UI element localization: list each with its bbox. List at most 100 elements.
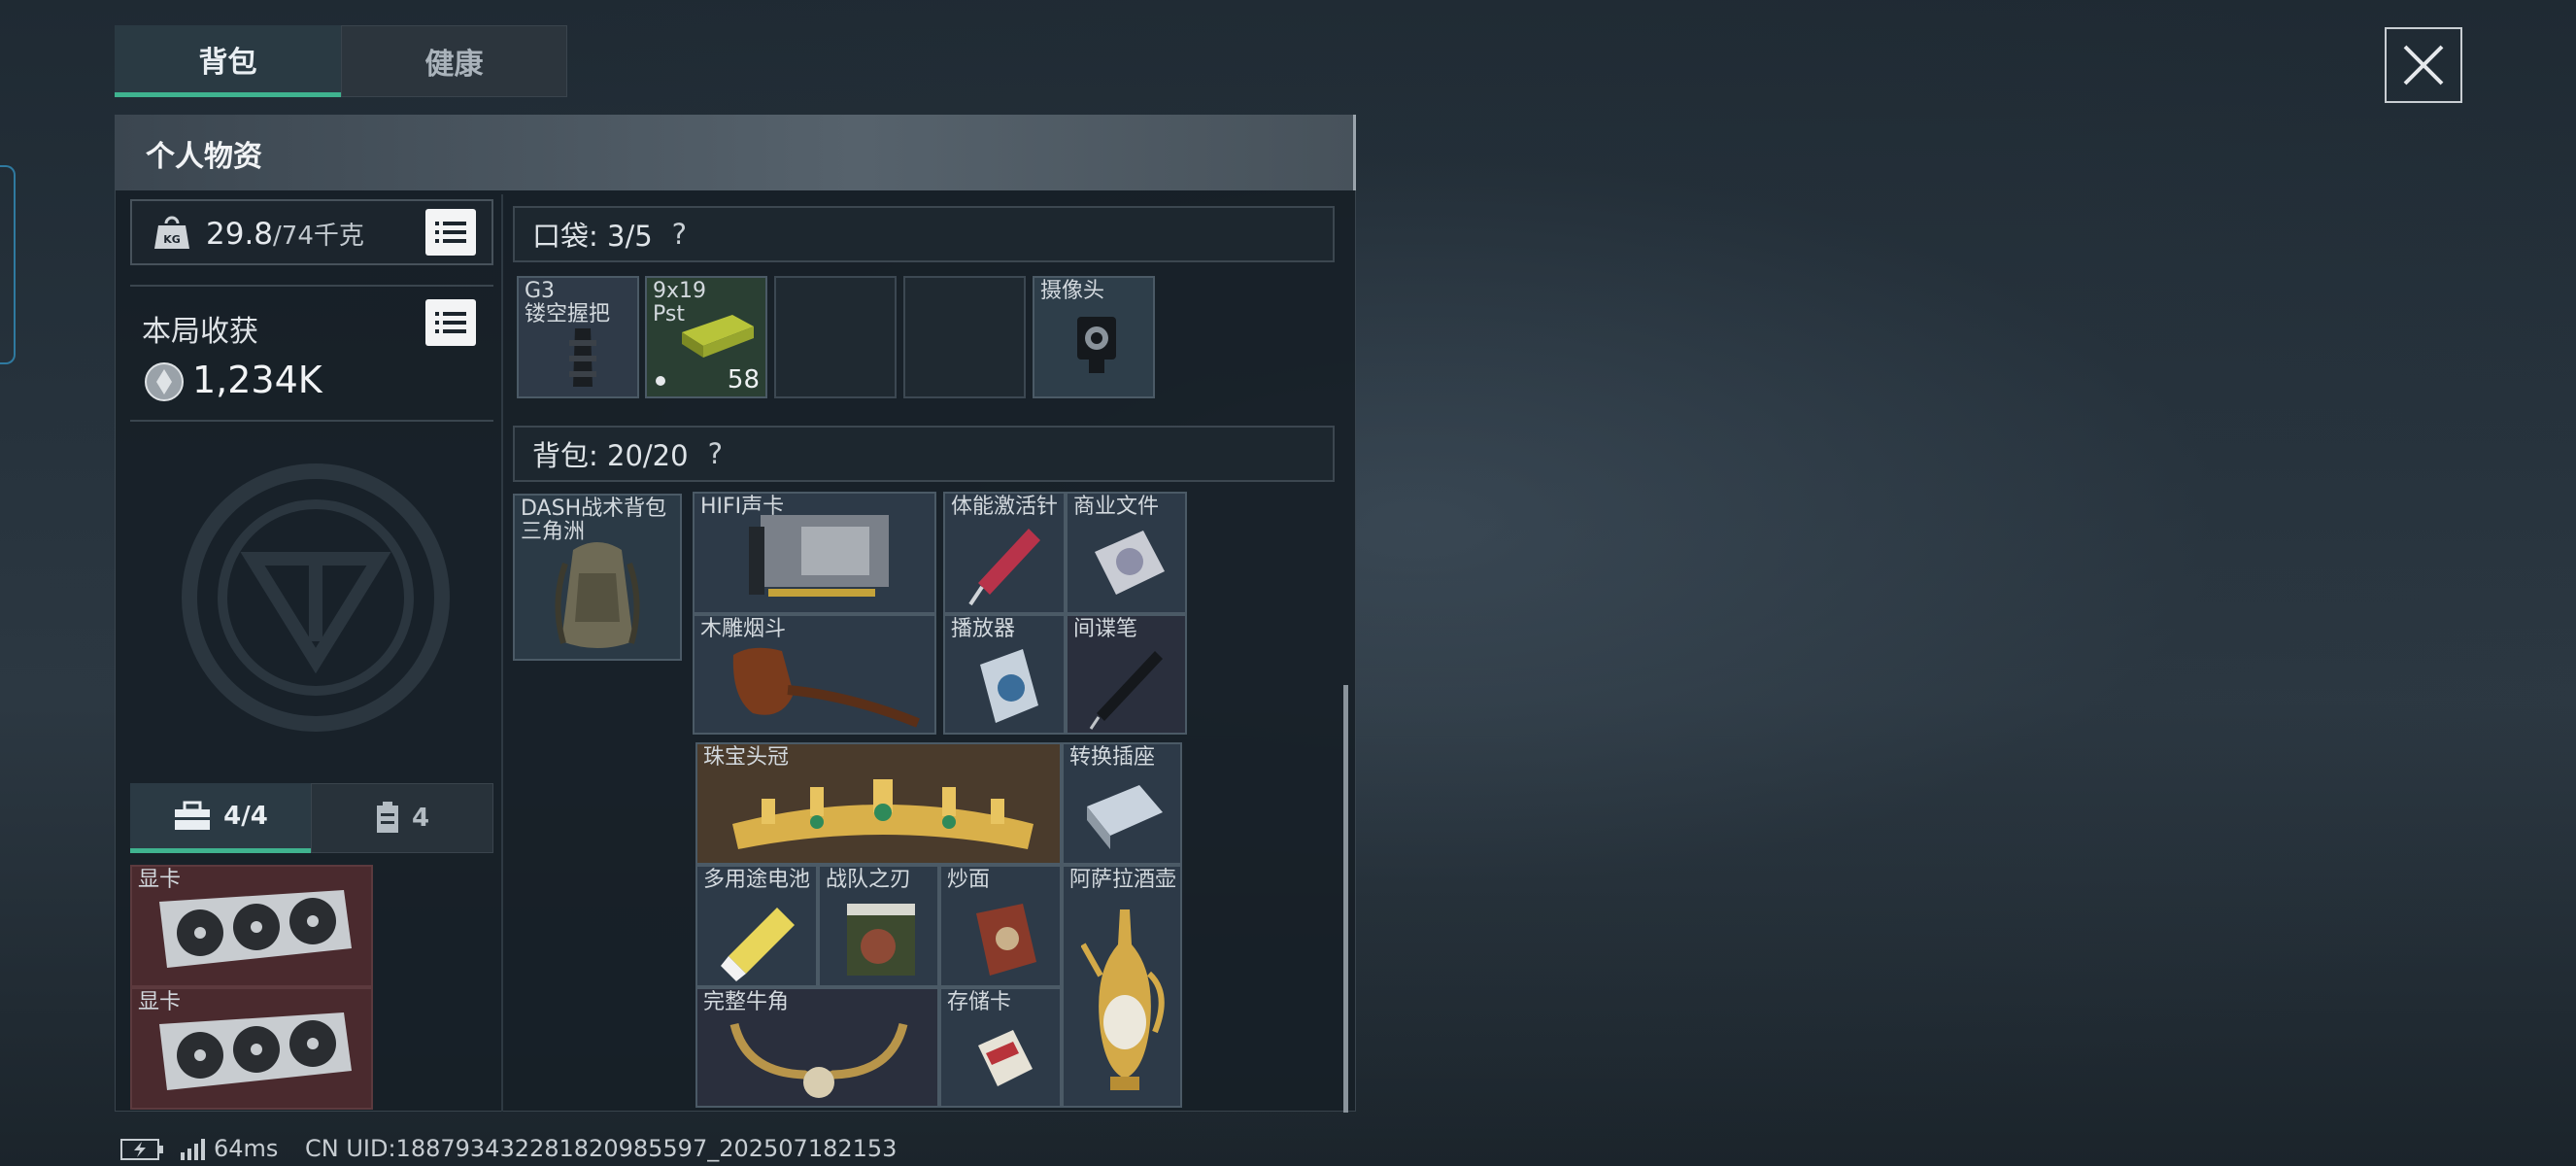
pen-icon: [1089, 651, 1163, 730]
item-horn[interactable]: 完整牛角: [695, 987, 939, 1108]
pocket-slot-grip[interactable]: G3 镂空握把: [517, 276, 639, 398]
item-player[interactable]: 播放器: [943, 614, 1066, 735]
panel-title: 个人物资: [146, 140, 262, 174]
noodle-pack-icon: [976, 904, 1036, 976]
tab-backpack[interactable]: 背包: [115, 25, 341, 97]
case-item-gpu[interactable]: 显卡: [130, 865, 373, 987]
box-icon: [376, 802, 398, 833]
list-icon: [435, 222, 466, 243]
item-label: DASH战术背包: [521, 497, 667, 521]
uid-text: CN UID:1887934322818209855​97_2025071821…: [305, 1135, 898, 1162]
weight-list-button[interactable]: [425, 209, 476, 256]
ticket-box-count: 4: [411, 804, 430, 833]
earnings-list-button[interactable]: [425, 299, 476, 346]
item-label: G3: [525, 279, 556, 303]
emblem-watermark: [182, 463, 450, 732]
weight-icon: KG: [154, 216, 189, 249]
divider: [130, 420, 493, 422]
pocket-bar: 口袋: 3/5 ?: [513, 206, 1335, 262]
tab-ticket-box[interactable]: 4: [311, 783, 493, 853]
pocket-slot-ammo[interactable]: 9x19 Pst 58: [645, 276, 767, 398]
briefcase-icon: [175, 801, 211, 830]
item-label: 9x19: [653, 279, 707, 303]
pipe-icon: [732, 647, 920, 728]
ammo-box-icon: [682, 315, 754, 358]
pocket-slot-camera[interactable]: 摄像头: [1033, 276, 1155, 398]
item-pipe[interactable]: 木雕烟斗: [693, 614, 936, 735]
weight-readout: 29.8/74千克: [206, 216, 364, 252]
item-label: 战队之刃: [826, 868, 912, 892]
item-label: 摄像头: [1040, 279, 1105, 303]
item-label: 多用途电池: [703, 868, 811, 892]
item-label: 商业文件: [1073, 495, 1160, 519]
item-stim[interactable]: 体能激活针: [943, 492, 1066, 614]
hard-drive-icon: [1095, 531, 1165, 595]
backpack-equipped-slot[interactable]: DASH战术背包 三角洲: [513, 494, 682, 661]
earnings-label: 本局收获: [142, 315, 258, 349]
pocket-slot-empty[interactable]: [774, 276, 897, 398]
signal-icon: [181, 1139, 205, 1160]
item-hifi-card[interactable]: HIFI声卡: [693, 492, 936, 614]
magazine-icon: [847, 904, 915, 976]
pocket-slot-empty[interactable]: [903, 276, 1026, 398]
backpack-icon: [555, 542, 640, 648]
weight-max: /74千克: [273, 222, 364, 251]
tab-safe-case[interactable]: 4/4: [130, 783, 311, 853]
scrollbar[interactable]: [1343, 685, 1348, 1113]
item-label: 播放器: [951, 617, 1016, 641]
item-label: 炒面: [947, 868, 991, 892]
horn-icon: [729, 1022, 908, 1098]
item-sublabel: 镂空握把: [525, 302, 611, 326]
item-adapter[interactable]: 转换插座: [1062, 742, 1182, 865]
item-spy-pen[interactable]: 间谍笔: [1066, 614, 1187, 735]
ewer-icon: [1081, 909, 1165, 1090]
item-label: 阿萨拉酒壶: [1069, 868, 1177, 892]
player-icon: [980, 649, 1038, 723]
column-divider: [501, 194, 503, 1112]
backpack-title: 背包: 20/20: [532, 439, 689, 472]
ammo-count: 58: [727, 365, 760, 394]
item-label: 完整牛角: [703, 990, 790, 1014]
sd-card-icon: [978, 1030, 1033, 1086]
list-icon: [435, 312, 466, 333]
item-memory-card[interactable]: 存储卡: [939, 987, 1062, 1108]
safe-case-count: 4/4: [223, 801, 268, 831]
gpu-icon: [159, 890, 352, 968]
case-item-gpu[interactable]: 显卡: [130, 987, 373, 1110]
crown-icon: [732, 779, 1034, 849]
tab-health[interactable]: 健康: [341, 25, 567, 97]
item-label: 体能激活针: [951, 495, 1059, 519]
weight-current: 29.8: [206, 217, 274, 252]
syringe-icon: [968, 529, 1040, 606]
svg-text:KG: KG: [163, 233, 181, 246]
battery-icon: [721, 908, 795, 981]
bullet-icon: [656, 376, 665, 386]
divider: [130, 285, 493, 287]
close-button[interactable]: [2385, 27, 2462, 103]
pocket-title: 口袋: 3/5: [532, 220, 653, 253]
item-team-blade[interactable]: 战队之刃: [818, 865, 939, 987]
pocket-help-button[interactable]: ?: [672, 218, 687, 251]
item-jewel-crown[interactable]: 珠宝头冠: [695, 742, 1062, 865]
backpack-bar: 背包: 20/20 ?: [513, 426, 1335, 482]
ping-text: 64ms: [214, 1135, 279, 1162]
panel-header: [115, 115, 1356, 190]
close-icon: [2403, 45, 2444, 86]
coin-icon: [145, 362, 184, 401]
adapter-icon: [1087, 785, 1163, 849]
battery-status-icon: [120, 1139, 163, 1160]
item-asala-ewer[interactable]: 阿萨拉酒壶: [1062, 865, 1182, 1108]
item-label: 木雕烟斗: [700, 617, 787, 641]
sound-card-icon: [749, 515, 889, 597]
item-noodles[interactable]: 炒面: [939, 865, 1062, 987]
item-label: 转换插座: [1069, 745, 1156, 770]
grip-icon: [569, 328, 596, 387]
backpack-help-button[interactable]: ?: [708, 437, 723, 470]
item-battery[interactable]: 多用途电池: [695, 865, 818, 987]
camera-icon: [1077, 317, 1116, 373]
earnings-value: 1,234K: [192, 359, 322, 401]
item-label: 间谍笔: [1073, 617, 1138, 641]
item-documents[interactable]: 商业文件: [1066, 492, 1187, 614]
left-edge-handle[interactable]: [0, 165, 16, 364]
item-label: 存储卡: [947, 990, 1012, 1014]
